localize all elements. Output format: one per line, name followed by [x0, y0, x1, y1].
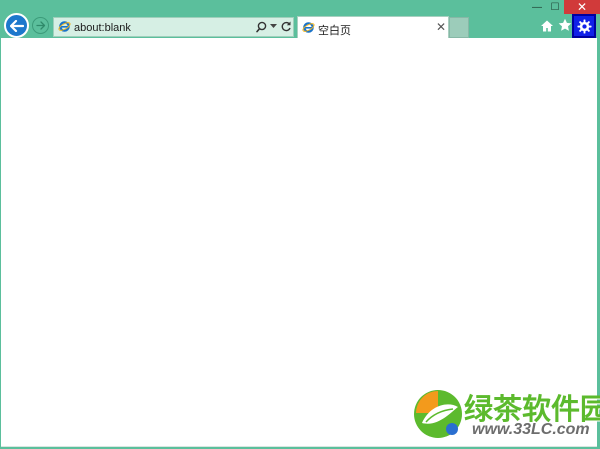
ie-logo-icon — [302, 22, 315, 33]
search-icon[interactable] — [256, 21, 267, 33]
back-button[interactable] — [4, 13, 29, 38]
new-tab-button[interactable] — [449, 17, 469, 38]
browser-frame: — ☐ ✕ about:blank 空白页 ✕ — [0, 0, 600, 38]
watermark-url: www.33LC.com — [472, 421, 590, 438]
close-window-button[interactable]: ✕ — [564, 0, 600, 14]
tab-blank-page[interactable]: 空白页 ✕ — [297, 16, 449, 38]
address-bar[interactable] — [53, 17, 294, 37]
watermark: 绿茶软件园 www.33LC.com — [408, 383, 600, 443]
maximize-button[interactable]: ☐ — [546, 0, 564, 14]
back-arrow-icon — [9, 19, 24, 32]
refresh-icon[interactable] — [280, 20, 292, 33]
minimize-button[interactable]: — — [528, 0, 546, 14]
watermark-logo-icon — [414, 390, 462, 438]
tab-title: 空白页 — [318, 25, 351, 37]
chevron-down-icon[interactable] — [270, 24, 277, 29]
address-input[interactable] — [74, 21, 249, 34]
forward-button[interactable] — [32, 17, 49, 34]
tab-close-button[interactable]: ✕ — [436, 20, 446, 34]
forward-arrow-icon — [35, 21, 45, 30]
tools-button[interactable] — [572, 14, 596, 38]
star-icon[interactable] — [558, 18, 572, 32]
gear-icon — [576, 18, 592, 34]
home-icon[interactable] — [540, 19, 554, 33]
ie-logo-icon — [58, 21, 71, 32]
